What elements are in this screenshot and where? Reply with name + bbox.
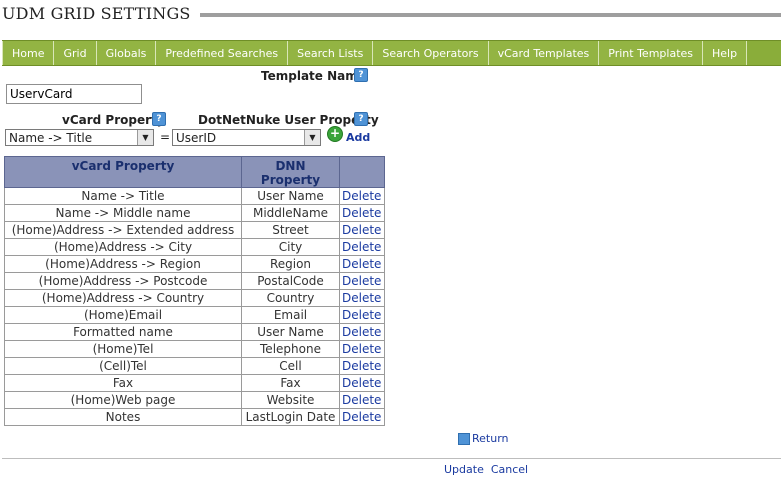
table-row: (Home)Address -> City City Delete <box>4 238 385 256</box>
table-row: Formatted name User Name Delete <box>4 323 385 341</box>
table-row: Notes LastLogin Date Delete <box>4 408 385 426</box>
nav-search-lists[interactable]: Search Lists <box>288 41 374 65</box>
nav-globals[interactable]: Globals <box>96 41 157 65</box>
vcard-property-cell: Notes <box>4 408 242 426</box>
vcard-property-select[interactable]: Name -> Title ▼ <box>5 129 154 146</box>
header-dnn-property: DNN Property <box>241 156 340 188</box>
vcard-property-cell: Formatted name <box>4 323 242 341</box>
delete-link[interactable]: Delete <box>342 206 381 220</box>
nav-search-operators[interactable]: Search Operators <box>373 41 489 65</box>
dnn-property-cell: Website <box>241 391 340 409</box>
nav-vcard-templates[interactable]: vCard Templates <box>488 41 600 65</box>
dnn-property-cell: Street <box>241 221 340 239</box>
help-icon[interactable]: ? <box>152 112 166 126</box>
table-header-row: vCard Property DNN Property <box>4 156 385 188</box>
table-row: (Home)Address -> Country Country Delete <box>4 289 385 307</box>
return-icon <box>458 433 470 445</box>
table-row: (Home)Address -> Region Region Delete <box>4 255 385 273</box>
dnn-property-cell: Telephone <box>241 340 340 358</box>
vcard-property-cell: Name -> Title <box>4 187 242 205</box>
table-row: (Home)Web page Website Delete <box>4 391 385 409</box>
vcard-property-cell: (Home)Web page <box>4 391 242 409</box>
table-row: Fax Fax Delete <box>4 374 385 392</box>
table-row: (Home)Email Email Delete <box>4 306 385 324</box>
vcard-property-cell: (Home)Email <box>4 306 242 324</box>
header-vcard-property: vCard Property <box>4 156 242 188</box>
delete-link[interactable]: Delete <box>342 223 381 237</box>
dnn-property-cell: Cell <box>241 357 340 375</box>
dnn-property-select[interactable]: UserID ▼ <box>172 129 321 146</box>
delete-link[interactable]: Delete <box>342 257 381 271</box>
nav-grid[interactable]: Grid <box>54 41 97 65</box>
page-title: UDM GRID SETTINGS <box>2 4 191 23</box>
vcard-property-label: vCard Property <box>62 113 165 127</box>
chevron-down-icon: ▼ <box>304 130 320 145</box>
vcard-property-select-value: Name -> Title <box>9 131 93 145</box>
dnn-property-cell: Country <box>241 289 340 307</box>
mapping-table: vCard Property DNN Property Name -> Titl… <box>4 156 385 426</box>
update-button[interactable]: Update <box>444 463 484 476</box>
dnn-property-cell: User Name <box>241 187 340 205</box>
delete-link[interactable]: Delete <box>342 308 381 322</box>
vcard-property-cell: (Cell)Tel <box>4 357 242 375</box>
template-name-input[interactable] <box>6 84 142 104</box>
chevron-down-icon: ▼ <box>137 130 153 145</box>
main-nav: Home Grid Globals Predefined Searches Se… <box>2 40 781 66</box>
nav-home[interactable]: Home <box>2 41 55 65</box>
delete-link[interactable]: Delete <box>342 325 381 339</box>
help-icon[interactable]: ? <box>354 112 368 126</box>
help-icon[interactable]: ? <box>354 68 368 82</box>
return-link[interactable]: Return <box>458 432 509 445</box>
delete-link[interactable]: Delete <box>342 291 381 305</box>
vcard-property-cell: (Home)Tel <box>4 340 242 358</box>
dnn-property-select-value: UserID <box>176 131 217 145</box>
delete-link[interactable]: Delete <box>342 189 381 203</box>
table-row: (Home)Address -> Extended address Street… <box>4 221 385 239</box>
template-name-label: Template Name <box>261 69 366 83</box>
dnn-property-cell: Fax <box>241 374 340 392</box>
cancel-button[interactable]: Cancel <box>491 463 528 476</box>
footer-actions: Update Cancel <box>444 463 528 476</box>
vcard-property-cell: Fax <box>4 374 242 392</box>
dnn-property-cell: Region <box>241 255 340 273</box>
title-divider <box>200 13 781 17</box>
add-button[interactable]: Add <box>346 131 370 144</box>
header-actions <box>339 156 385 188</box>
dnn-property-cell: User Name <box>241 323 340 341</box>
delete-link[interactable]: Delete <box>342 274 381 288</box>
dnn-property-cell: LastLogin Date <box>241 408 340 426</box>
dnn-property-label: DotNetNuke User Property <box>198 113 379 127</box>
vcard-property-cell: Name -> Middle name <box>4 204 242 222</box>
return-label: Return <box>472 432 509 445</box>
add-icon[interactable]: + <box>327 126 343 142</box>
footer-divider <box>2 458 781 459</box>
nav-help[interactable]: Help <box>703 41 748 65</box>
equals-sign: = <box>160 130 171 144</box>
nav-print-templates[interactable]: Print Templates <box>599 41 704 65</box>
vcard-property-cell: (Home)Address -> Postcode <box>4 272 242 290</box>
delete-link[interactable]: Delete <box>342 240 381 254</box>
delete-link[interactable]: Delete <box>342 359 381 373</box>
table-row: Name -> Title User Name Delete <box>4 187 385 205</box>
dnn-property-cell: Email <box>241 306 340 324</box>
table-row: (Home)Tel Telephone Delete <box>4 340 385 358</box>
delete-link[interactable]: Delete <box>342 410 381 424</box>
dnn-property-cell: PostalCode <box>241 272 340 290</box>
nav-predefined-searches[interactable]: Predefined Searches <box>156 41 289 65</box>
dnn-property-cell: MiddleName <box>241 204 340 222</box>
vcard-property-cell: (Home)Address -> City <box>4 238 242 256</box>
table-row: (Cell)Tel Cell Delete <box>4 357 385 375</box>
vcard-property-cell: (Home)Address -> Region <box>4 255 242 273</box>
vcard-property-cell: (Home)Address -> Extended address <box>4 221 242 239</box>
dnn-property-cell: City <box>241 238 340 256</box>
table-row: (Home)Address -> Postcode PostalCode Del… <box>4 272 385 290</box>
delete-link[interactable]: Delete <box>342 393 381 407</box>
table-row: Name -> Middle name MiddleName Delete <box>4 204 385 222</box>
vcard-property-cell: (Home)Address -> Country <box>4 289 242 307</box>
delete-link[interactable]: Delete <box>342 376 381 390</box>
delete-link[interactable]: Delete <box>342 342 381 356</box>
